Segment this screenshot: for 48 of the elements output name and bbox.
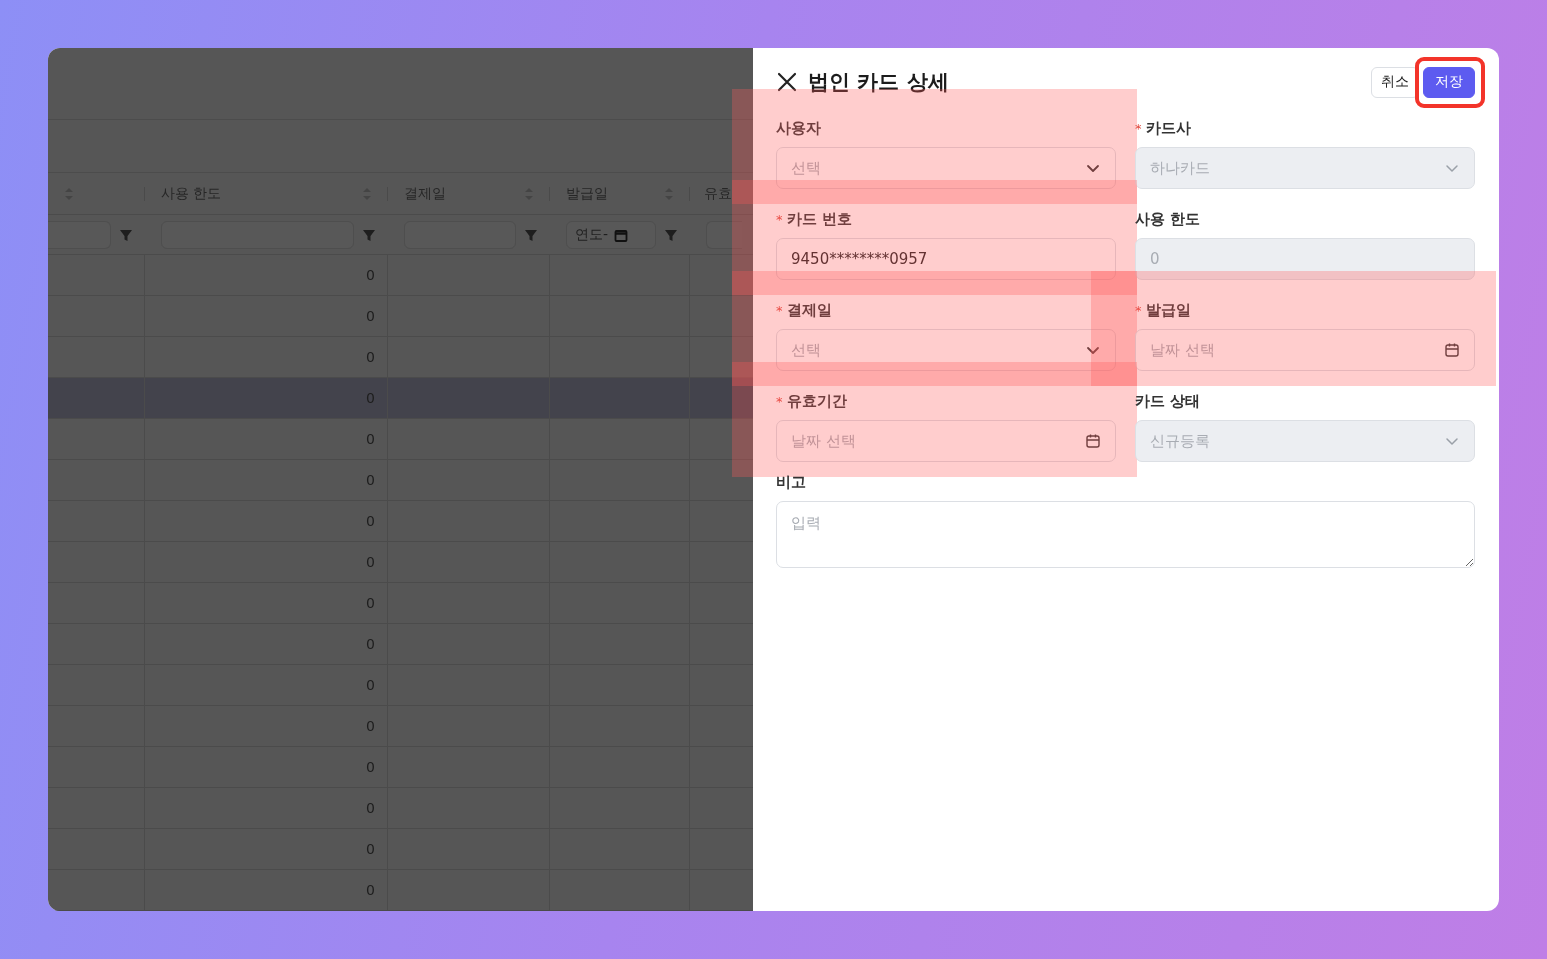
required-mark: * [1135, 302, 1142, 318]
date-field[interactable]: 날짜 선택 [776, 420, 1116, 462]
required-mark: * [776, 302, 783, 318]
table-cell: 0 [366, 882, 375, 898]
date-field[interactable]: 날짜 선택 [1135, 329, 1475, 371]
table-cell: 0 [366, 636, 375, 652]
table-cell: 0 [366, 554, 375, 570]
table-cell: 0 [366, 718, 375, 734]
date-filter-field[interactable]: 연도- [566, 220, 656, 249]
required-mark: * [776, 211, 783, 227]
field-label: 사용자 [776, 118, 821, 138]
field-label: 사용 한도 [1135, 209, 1201, 229]
table-cell: 0 [366, 349, 375, 365]
select-field[interactable]: 선택 [776, 147, 1116, 189]
input-field[interactable]: 9450********0957 [776, 238, 1116, 280]
table-cell: 0 [366, 759, 375, 775]
required-mark: * [1135, 120, 1142, 136]
field-label: 카드 번호 [786, 209, 852, 229]
select-field[interactable]: 선택 [776, 329, 1116, 371]
field-label: 유효기간 [786, 391, 847, 411]
calendar-icon[interactable] [614, 227, 629, 242]
calendar-icon[interactable] [1085, 433, 1101, 449]
table-cell: 0 [366, 841, 375, 857]
save-button[interactable]: 저장 [1423, 66, 1475, 98]
filter-icon[interactable] [664, 227, 678, 242]
table-cell: 0 [366, 431, 375, 447]
drawer-title: 법인 카드 상세 [808, 69, 949, 96]
required-mark: * [776, 393, 783, 409]
table-cell: 0 [366, 267, 375, 283]
filter-field[interactable] [706, 220, 742, 249]
filter-field[interactable] [48, 220, 111, 249]
field-label: 카드사 [1145, 118, 1191, 138]
field-label: 비고 [776, 472, 806, 492]
table-cell: 0 [366, 595, 375, 611]
table-cell: 0 [366, 513, 375, 529]
table-cell: 0 [366, 472, 375, 488]
field-label: 결제일 [786, 300, 832, 320]
calendar-icon[interactable] [1444, 342, 1460, 358]
filter-icon[interactable] [119, 227, 133, 242]
table-cell: 0 [366, 800, 375, 816]
filter-icon[interactable] [362, 227, 376, 242]
field-label: 발급일 [1145, 300, 1191, 320]
table-cell: 0 [366, 677, 375, 693]
close-icon[interactable] [776, 71, 798, 93]
table-cell: 0 [366, 308, 375, 324]
text-area[interactable]: 입력 [776, 501, 1475, 568]
field-label: 카드 상태 [1135, 391, 1201, 411]
filter-icon[interactable] [524, 227, 538, 242]
